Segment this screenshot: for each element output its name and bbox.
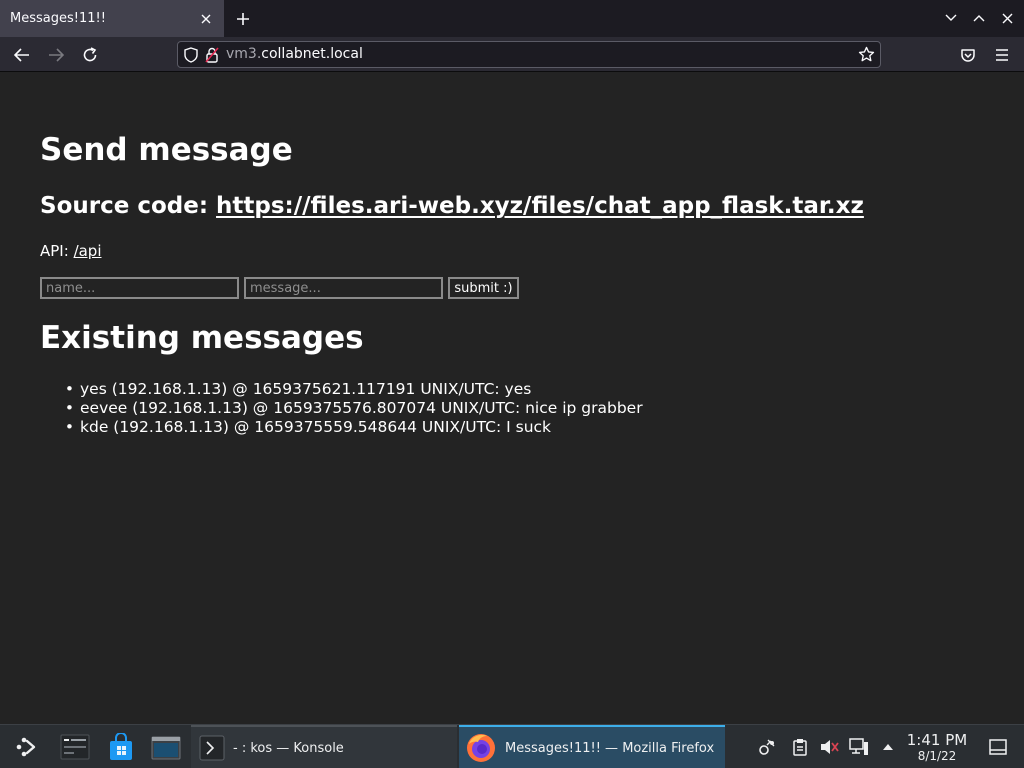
existing-messages-heading: Existing messages bbox=[40, 320, 364, 356]
app-launcher-icon[interactable] bbox=[10, 731, 42, 763]
message-text: kde (192.168.1.13) @ 1659375559.548644 U… bbox=[80, 418, 552, 436]
bookmark-star-icon[interactable] bbox=[858, 46, 875, 67]
discover-store-icon[interactable] bbox=[105, 731, 137, 763]
network-icon[interactable] bbox=[849, 737, 869, 757]
chevron-down-icon[interactable] bbox=[940, 7, 962, 29]
show-desktop-icon[interactable] bbox=[988, 737, 1008, 757]
menu-icon[interactable] bbox=[988, 41, 1016, 69]
browser-tab[interactable]: Messages!11!! bbox=[0, 0, 224, 37]
clipboard-icon[interactable] bbox=[790, 737, 810, 757]
message-list: • yes (192.168.1.13) @ 1659375621.117191 … bbox=[40, 380, 643, 437]
file-manager-icon[interactable] bbox=[150, 731, 182, 763]
api-label: API: bbox=[40, 242, 74, 260]
maximize-icon[interactable] bbox=[968, 7, 990, 29]
reload-icon[interactable] bbox=[76, 41, 104, 69]
message-text: eevee (192.168.1.13) @ 1659375576.807074… bbox=[80, 399, 643, 417]
forward-icon[interactable] bbox=[42, 41, 70, 69]
page-title: Send message bbox=[40, 132, 293, 168]
pocket-icon[interactable] bbox=[954, 41, 982, 69]
clock-time: 1:41 PM bbox=[906, 731, 968, 749]
new-tab-icon[interactable] bbox=[230, 6, 256, 32]
task-konsole[interactable]: - : kos — Konsole bbox=[191, 725, 457, 768]
tab-title: Messages!11!! bbox=[10, 11, 106, 26]
page-content: Send message Source code: https://files.… bbox=[0, 72, 1024, 724]
task-label-firefox: Messages!11!! — Mozilla Firefox bbox=[505, 740, 715, 756]
pager-icon[interactable] bbox=[59, 731, 91, 763]
list-item: • kde (192.168.1.13) @ 1659375559.548644 … bbox=[64, 418, 552, 436]
clock-date: 8/1/22 bbox=[917, 749, 957, 763]
navigation-bar: vm3.collabnet.local bbox=[0, 37, 1024, 72]
back-icon[interactable] bbox=[8, 41, 36, 69]
source-code-link[interactable]: https://files.ari-web.xyz/files/chat_app… bbox=[216, 193, 864, 219]
close-window-icon[interactable] bbox=[996, 7, 1018, 29]
api-link[interactable]: /api bbox=[74, 242, 102, 260]
volume-muted-icon[interactable] bbox=[819, 737, 839, 757]
url-text[interactable]: vm3.collabnet.local bbox=[226, 46, 363, 62]
message-input[interactable] bbox=[244, 277, 443, 299]
name-input[interactable] bbox=[40, 277, 239, 299]
message-text: yes (192.168.1.13) @ 1659375621.117191 U… bbox=[80, 380, 532, 398]
list-item: • eevee (192.168.1.13) @ 1659375576.80707… bbox=[64, 399, 643, 417]
kde-connect-icon[interactable] bbox=[758, 737, 778, 757]
insecure-lock-icon[interactable] bbox=[205, 47, 219, 67]
tab-strip: Messages!11!! bbox=[0, 0, 1024, 37]
source-code-label: Source code: bbox=[40, 193, 217, 219]
expand-tray-icon[interactable] bbox=[878, 737, 898, 757]
shield-icon[interactable] bbox=[184, 47, 198, 67]
taskbar: - : kos — Konsole Messages!11!! — Mozill… bbox=[0, 724, 1024, 768]
url-subdomain: vm3. bbox=[226, 46, 262, 62]
url-bar[interactable]: vm3.collabnet.local bbox=[177, 41, 881, 68]
source-code-heading: Source code: https://files.ari-web.xyz/f… bbox=[40, 193, 864, 219]
clock[interactable]: 1:41 PM 8/1/22 bbox=[902, 731, 972, 763]
konsole-icon bbox=[199, 735, 225, 761]
close-tab-icon[interactable] bbox=[194, 7, 218, 31]
url-domain: collabnet.local bbox=[261, 46, 363, 62]
api-line: API: /api bbox=[40, 242, 102, 260]
firefox-icon bbox=[465, 732, 497, 764]
list-item: • yes (192.168.1.13) @ 1659375621.117191 … bbox=[64, 380, 532, 398]
submit-button[interactable]: submit :) bbox=[448, 277, 519, 299]
task-label-konsole: - : kos — Konsole bbox=[233, 740, 344, 756]
task-firefox[interactable]: Messages!11!! — Mozilla Firefox bbox=[459, 725, 725, 768]
